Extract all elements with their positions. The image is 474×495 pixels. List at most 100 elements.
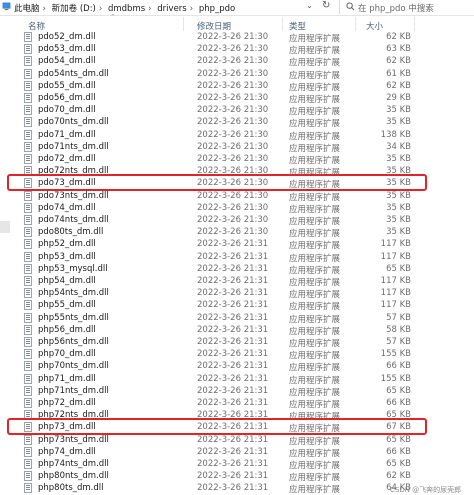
file-modified-date: 2022-3-26 21:31 [197,300,269,311]
file-row[interactable]: php54nts_dm.dll 2022-3-26 21:31 应用程序扩展 117 … [20,287,460,300]
file-row[interactable]: php74nts_dm.dll 2022-3-26 21:31 应用程序扩展 65 K… [20,458,460,471]
file-modified-date: 2022-3-26 21:30 [197,202,269,213]
dll-file-icon [24,227,32,238]
dll-file-icon [24,239,32,250]
file-name: pdo71_dm.dll [38,129,96,140]
file-row[interactable]: pdo73nts_dm.dll 2022-3-26 21:30 应用程序扩展 35 K… [20,190,460,203]
dll-file-icon [24,215,32,225]
breadcrumb-drivers[interactable]: drivers [157,4,186,14]
dll-file-icon [24,483,32,494]
file-row[interactable]: pdo74nts_dm.dll 2022-3-26 21:30 应用程序扩展 35 K… [20,214,460,227]
file-row[interactable]: php72_dm.dll 2022-3-26 21:31 应用程序扩展 66 KB [20,397,460,410]
dll-file-icon [24,361,32,372]
file-size: 35 KB [386,227,411,238]
refresh-icon[interactable]: ↻ [322,0,330,11]
file-row[interactable]: pdo80ts_dm.dll 2022-3-26 21:30 应用程序扩展 35 KB [20,226,460,240]
file-type: 应用程序扩展 [289,107,341,118]
file-modified-date: 2022-3-26 21:31 [197,483,269,494]
file-type: 应用程序扩展 [289,204,341,215]
file-type: 应用程序扩展 [289,70,341,81]
search-icon [346,2,355,11]
file-row[interactable]: php55nts_dm.dll 2022-3-26 21:31 应用程序扩展 57 K… [20,312,460,325]
file-size: 63 KB [386,44,411,55]
file-modified-date: 2022-3-26 21:30 [197,141,269,152]
breadcrumb-php-pdo[interactable]: php_pdo [199,4,235,14]
file-type: 应用程序扩展 [289,363,341,374]
file-row[interactable]: php55_dm.dll 2022-3-26 21:31 应用程序扩展 117 KB [20,299,460,312]
file-modified-date: 2022-3-26 21:30 [197,68,269,79]
file-name: pdo52_dm.dll [38,32,96,42]
dll-file-icon [24,434,32,445]
file-row[interactable]: pdo54nts_dm.dll 2022-3-26 21:30 应用程序扩展 61 K… [20,68,460,81]
file-row[interactable]: pdo53_dm.dll 2022-3-26 21:30 应用程序扩展 63 KB [20,43,460,56]
dll-file-icon [24,32,32,42]
file-row[interactable]: pdo70_dm.dll 2022-3-26 21:30 应用程序扩展 35 KB [20,104,460,118]
file-row[interactable]: pdo72_dm.dll 2022-3-26 21:30 应用程序扩展 35 KB [20,153,460,166]
file-row[interactable]: php70_dm.dll 2022-3-26 21:31 应用程序扩展 155 KB [20,348,460,361]
file-name: php70_dm.dll [38,349,96,360]
file-modified-date: 2022-3-26 21:31 [197,337,269,347]
file-row[interactable]: php54_dm.dll 2022-3-26 21:31 应用程序扩展 117 KB [20,275,460,288]
file-row[interactable]: php71_dm.dll 2022-3-26 21:31 应用程序扩展 155 KB [20,373,460,386]
file-row[interactable]: php53_dm.dll 2022-3-26 21:31 应用程序扩展 117 KB [20,251,460,264]
file-type: 应用程序扩展 [289,192,341,203]
file-row[interactable]: php56_dm.dll 2022-3-26 21:31 应用程序扩展 58 KB [20,324,460,337]
vertical-scrollbar[interactable] [462,31,472,495]
dll-file-icon [24,202,32,213]
dll-file-icon [24,68,32,79]
file-row[interactable]: php70nts_dm.dll 2022-3-26 21:31 应用程序扩展 66 K… [20,360,460,374]
file-name: pdo80ts_dm.dll [38,227,104,238]
dll-file-icon [24,56,32,67]
file-name: php80nts_dm.dll [38,471,109,482]
file-row[interactable]: php80nts_dm.dll 2022-3-26 21:31 应用程序扩展 62 K… [20,470,460,483]
file-row[interactable]: pdo55_dm.dll 2022-3-26 21:30 应用程序扩展 62 KB [20,80,460,93]
file-row[interactable]: pdo70nts_dm.dll 2022-3-26 21:30 应用程序扩展 35 K… [20,116,460,129]
file-type: 应用程序扩展 [289,34,341,44]
column-header: ⌃ 名称 修改日期 类型 大小 [14,13,474,32]
column-divider[interactable] [414,17,415,31]
pane-splitter[interactable] [0,221,10,233]
file-modified-date: 2022-3-26 21:30 [197,129,269,140]
breadcrumb-drive-d[interactable]: 新加卷 (D:) [52,4,96,14]
file-type: 应用程序扩展 [289,58,341,69]
file-type: 应用程序扩展 [289,143,341,154]
file-name: pdo70_dm.dll [38,105,96,116]
breadcrumb[interactable]: 此电脑 › 新加卷 (D:) › dmdbms › drivers › php_pdo [14,2,238,14]
file-row[interactable]: pdo54_dm.dll 2022-3-26 21:30 应用程序扩展 62 KB [20,55,460,69]
file-row[interactable]: pdo52_dm.dll 2022-3-26 21:30 应用程序扩展 62 KB [20,31,460,44]
column-divider[interactable] [183,17,184,31]
chevron-down-icon[interactable]: ⌄ [306,1,313,10]
file-modified-date: 2022-3-26 21:31 [197,446,269,457]
dll-file-icon [24,129,32,140]
file-row[interactable]: pdo74_dm.dll 2022-3-26 21:30 应用程序扩展 35 KB [20,202,460,215]
dll-file-icon [24,398,32,408]
file-row[interactable]: php71nts_dm.dll 2022-3-26 21:31 应用程序扩展 65 K… [20,385,460,398]
file-row[interactable]: pdo56_dm.dll 2022-3-26 21:30 应用程序扩展 29 KB [20,92,460,105]
file-row[interactable]: php56nts_dm.dll 2022-3-26 21:31 应用程序扩展 57 K… [20,336,460,349]
file-row[interactable]: php73nts_dm.dll 2022-3-26 21:31 应用程序扩展 65 K… [20,434,460,447]
file-size: 29 KB [386,93,411,103]
file-name: php56nts_dm.dll [38,337,109,347]
file-type: 应用程序扩展 [289,387,341,398]
file-name: pdo56_dm.dll [38,93,96,103]
address-bar[interactable]: 此电脑 › 新加卷 (D:) › dmdbms › drivers › php_pdo … [0,0,474,16]
file-type: 应用程序扩展 [289,229,341,240]
file-row[interactable]: pdo71nts_dm.dll 2022-3-26 21:30 应用程序扩展 34 K… [20,141,460,154]
search-input-placeholder[interactable]: 在 php_pdo 中搜索 [358,2,434,14]
dll-file-icon [24,288,32,299]
file-row[interactable]: php53_mysql.dll 2022-3-26 21:31 应用程序扩展 65 K… [20,263,460,276]
file-name: php73nts_dm.dll [38,434,109,445]
search-box[interactable]: 在 php_pdo 中搜索 [339,0,474,14]
file-name: php71_dm.dll [38,373,96,384]
column-divider[interactable] [355,17,356,31]
file-name: php52_dm.dll [38,239,96,250]
file-row[interactable]: php52_dm.dll 2022-3-26 21:31 应用程序扩展 117 KB [20,238,460,251]
file-row[interactable]: pdo71_dm.dll 2022-3-26 21:30 应用程序扩展 138 KB [20,129,460,142]
file-type: 应用程序扩展 [289,217,341,227]
breadcrumb-this-pc[interactable]: 此电脑 [14,4,40,14]
column-divider[interactable] [282,17,283,31]
file-size: 117 KB [380,251,411,262]
file-name: pdo74_dm.dll [38,202,96,213]
file-row[interactable]: php74_dm.dll 2022-3-26 21:31 应用程序扩展 66 KB [20,446,460,459]
file-size: 62 KB [386,56,411,67]
